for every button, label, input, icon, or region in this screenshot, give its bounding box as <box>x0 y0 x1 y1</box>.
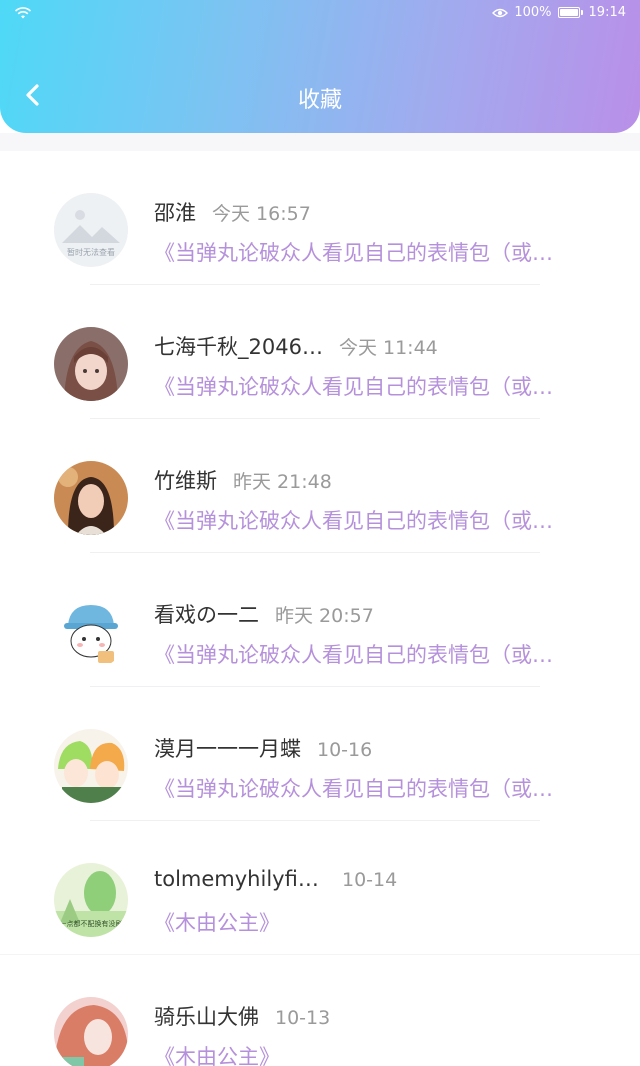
avatar-caption: 一点都不配换有没刷 <box>59 920 123 928</box>
timestamp: 昨天 20:57 <box>275 605 374 627</box>
list-item[interactable]: 暂时无法查看 邵淮 今天 16:57 《当弹丸论破众人看见自己的表情包（或… <box>0 151 640 285</box>
anime-duo-avatar[interactable] <box>54 729 128 803</box>
user-name[interactable]: 看戏の一二 <box>154 599 259 629</box>
article-title-link[interactable]: 《当弹丸论破众人看见自己的表情包（或… <box>154 773 584 803</box>
user-name[interactable]: 竹维斯 <box>154 465 217 495</box>
wifi-icon <box>14 7 32 19</box>
timestamp: 今天 11:44 <box>338 337 438 359</box>
article-title-link[interactable]: 《木由公主》 <box>154 1041 584 1066</box>
user-name[interactable]: 骑乐山大佛 <box>154 1001 259 1031</box>
battery-tip <box>580 10 583 15</box>
list-item[interactable]: 漠月一一一月蝶 10-16 《当弹丸论破众人看见自己的表情包（或… <box>0 687 640 821</box>
list-item[interactable]: 竹维斯 昨天 21:48 《当弹丸论破众人看见自己的表情包（或… <box>0 419 640 553</box>
cartoon-bear-avatar[interactable] <box>54 595 128 669</box>
page-title: 收藏 <box>297 88 342 113</box>
article-title-link[interactable]: 《木由公主》 <box>154 907 584 937</box>
article-title-link[interactable]: 《当弹丸论破众人看见自己的表情包（或… <box>154 505 584 535</box>
battery-icon <box>557 7 580 18</box>
header-divider <box>0 133 640 151</box>
timestamp: 10-13 <box>275 1007 331 1029</box>
avatar-caption: 暂时无法查看 <box>67 248 115 257</box>
user-name[interactable]: 邵淮 <box>154 197 196 227</box>
anime-girl-avatar[interactable] <box>54 327 128 401</box>
clock: 19:14 <box>588 5 626 20</box>
list-item[interactable]: 七海千秋_2046… 今天 11:44 《当弹丸论破众人看见自己的表情包（或… <box>0 285 640 419</box>
portrait-avatar[interactable] <box>54 461 128 535</box>
placeholder-image-icon[interactable]: 暂时无法查看 <box>54 193 128 267</box>
green-scene-avatar[interactable]: 一点都不配换有没刷 <box>54 863 128 937</box>
user-name[interactable]: tolmemyhilyfip… <box>154 867 326 891</box>
timestamp: 今天 16:57 <box>212 203 311 225</box>
list-item[interactable]: 一点都不配换有没刷 tolmemyhilyfip… 10-14 《木由公主》 <box>0 821 640 955</box>
article-title-link[interactable]: 《当弹丸论破众人看见自己的表情包（或… <box>154 639 584 669</box>
list-item[interactable]: 看戏の一二 昨天 20:57 《当弹丸论破众人看见自己的表情包（或… <box>0 553 640 687</box>
timestamp: 昨天 21:48 <box>233 471 332 493</box>
article-title-link[interactable]: 《当弹丸论破众人看见自己的表情包（或… <box>154 237 584 267</box>
battery-percent: 100% <box>514 5 552 20</box>
header-bar: 100% 19:14 收藏 <box>0 0 640 133</box>
timestamp: 10-16 <box>317 739 373 761</box>
pink-portrait-avatar[interactable] <box>54 997 128 1066</box>
user-name[interactable]: 七海千秋_2046… <box>154 331 323 361</box>
user-name[interactable]: 漠月一一一月蝶 <box>154 733 301 763</box>
eye-icon <box>492 8 509 17</box>
list-item[interactable]: 骑乐山大佛 10-13 《木由公主》 <box>0 955 640 1066</box>
timestamp: 10-14 <box>342 869 398 891</box>
favorites-list: 暂时无法查看 邵淮 今天 16:57 《当弹丸论破众人看见自己的表情包（或… 七… <box>0 151 640 1066</box>
article-title-link[interactable]: 《当弹丸论破众人看见自己的表情包（或… <box>154 371 584 401</box>
status-bar: 100% 19:14 <box>0 0 640 28</box>
